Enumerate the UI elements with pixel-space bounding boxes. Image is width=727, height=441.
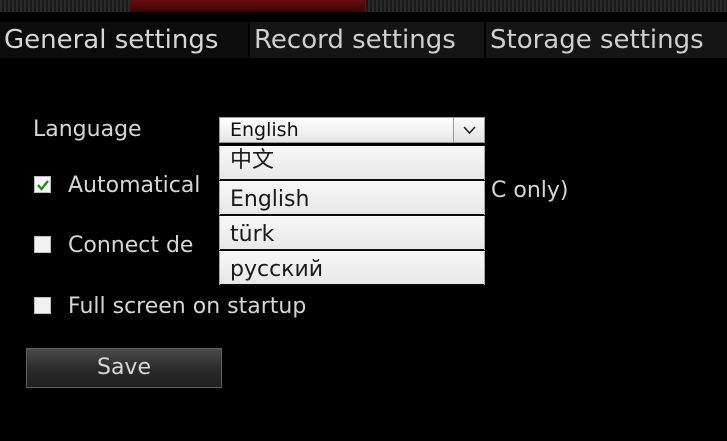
chevron-down-icon	[463, 126, 476, 135]
dropdown-arrow[interactable]	[453, 118, 484, 142]
language-option[interactable]: English	[219, 181, 485, 216]
language-option[interactable]: русский	[219, 251, 485, 286]
auto-label: Automatical	[68, 173, 201, 198]
active-tab-indicator	[130, 0, 365, 12]
tab-general-settings[interactable]: General settings	[0, 22, 248, 58]
language-option[interactable]: 中文	[219, 146, 485, 181]
connect-label: Connect de	[68, 233, 194, 258]
top-strip	[0, 0, 727, 12]
language-option[interactable]: türk	[219, 216, 485, 251]
tab-storage-settings[interactable]: Storage settings	[486, 22, 727, 58]
save-button[interactable]: Save	[26, 348, 222, 388]
language-label: Language	[33, 117, 142, 142]
auto-checkbox[interactable]	[34, 176, 51, 193]
checkmark-icon	[37, 180, 49, 191]
tab-bar: General settings Record settings Storage…	[0, 12, 727, 60]
fullscreen-label: Full screen on startup	[68, 294, 307, 319]
fullscreen-checkbox[interactable]	[34, 297, 51, 314]
tab-record-settings[interactable]: Record settings	[250, 22, 484, 58]
settings-screen: General settings Record settings Storage…	[0, 0, 727, 441]
option-label: русский	[230, 257, 324, 282]
option-label: 中文	[230, 148, 275, 173]
language-dropdown-list: 中文 English türk русский	[219, 146, 485, 286]
connect-checkbox[interactable]	[34, 236, 51, 253]
option-label: English	[230, 187, 310, 212]
language-selected-value: English	[230, 119, 299, 141]
language-select[interactable]: English	[219, 117, 485, 143]
option-label: türk	[230, 222, 275, 247]
auto-label-suffix: C only)	[491, 178, 569, 203]
